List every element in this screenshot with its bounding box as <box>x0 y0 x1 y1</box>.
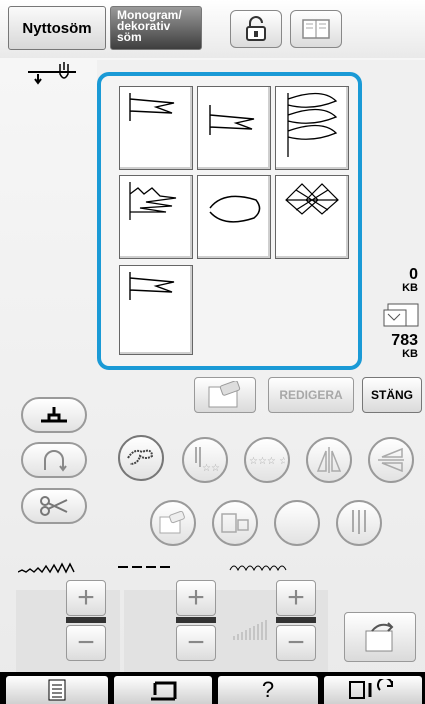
mirror-image-button[interactable] <box>306 437 352 483</box>
thread-tension-plus[interactable]: + <box>276 580 316 616</box>
tab-utility-label: Nyttosöm <box>22 19 92 37</box>
pattern-cell-3[interactable] <box>275 86 349 170</box>
svg-text:☆☆: ☆☆ <box>202 463 220 474</box>
stitch-length-plus[interactable]: + <box>176 580 216 616</box>
tension-level-icon <box>233 620 267 640</box>
pattern-cell-6[interactable] <box>275 175 349 259</box>
stitch-length-minus[interactable]: − <box>176 625 216 661</box>
pattern-diamond-icon <box>285 183 339 215</box>
pattern-cell-4[interactable] <box>119 175 193 259</box>
pattern-pennant-icon <box>209 105 255 135</box>
pattern-memory-button[interactable] <box>150 500 196 546</box>
twin-needle-icon <box>352 510 366 534</box>
stitch-width-icon <box>18 562 75 574</box>
sewing-machine-icon <box>151 681 177 701</box>
pattern-loop-icon <box>209 195 261 223</box>
book-icon <box>302 19 330 39</box>
pattern-cell-5[interactable] <box>197 175 271 259</box>
eraser-pocket-icon <box>208 381 241 408</box>
edit-button[interactable]: REDIGERA <box>268 377 354 413</box>
thread-cutter-button[interactable] <box>21 488 87 524</box>
mirror-horizontal-icon <box>378 447 404 473</box>
needle-position-icon <box>28 62 76 85</box>
pattern-cell-1[interactable] <box>119 86 193 170</box>
stars-row-icon: ☆☆☆ ☆ <box>249 456 285 467</box>
pattern-pennant-icon <box>129 93 175 121</box>
document-button[interactable] <box>6 676 108 704</box>
presser-foot-icon <box>41 407 67 423</box>
pattern-cell-2[interactable] <box>197 86 271 170</box>
stitch-option-1-button[interactable] <box>118 435 164 481</box>
memory-free-unit: KB <box>402 348 418 360</box>
pattern-pennant-icon <box>129 272 175 300</box>
scissors-icon <box>40 496 68 516</box>
needle-up-down-icon <box>44 450 67 472</box>
needle-up-down-button[interactable] <box>21 442 87 478</box>
lock-button[interactable] <box>230 10 282 48</box>
settings-icon <box>349 679 393 699</box>
stitch-width-minus[interactable]: − <box>66 625 106 661</box>
thread-loop-icon <box>127 449 154 465</box>
mirror-horizontal-button[interactable] <box>368 437 414 483</box>
stitch-length-icon <box>118 566 170 568</box>
pattern-cell-7[interactable] <box>119 265 193 355</box>
book-button[interactable] <box>290 10 342 48</box>
size-squares-icon <box>221 513 249 533</box>
recall-memory-button[interactable] <box>344 612 416 662</box>
thread-tension-icon <box>229 565 287 572</box>
stitch-option-2-button[interactable]: ☆☆ <box>182 437 228 483</box>
tab-monogram-label-3: söm <box>117 30 142 44</box>
settings-button[interactable] <box>324 676 422 704</box>
close-button[interactable]: STÄNG <box>362 377 422 413</box>
memory-used-unit: KB <box>402 282 418 294</box>
stitch-width-bar <box>66 617 106 623</box>
stitch-width-plus[interactable]: + <box>66 580 106 616</box>
size-button[interactable] <box>212 500 258 546</box>
pattern-leaf-icon <box>287 92 338 157</box>
pocket-return-icon <box>365 622 394 652</box>
svg-text:☆☆☆ ☆: ☆☆☆ ☆ <box>249 456 285 467</box>
twin-needle-button[interactable] <box>336 500 382 546</box>
help-button[interactable]: ? <box>218 676 318 704</box>
stitch-length-bar <box>176 617 216 623</box>
stitch-option-3-button[interactable]: ☆☆☆ ☆ <box>244 437 290 483</box>
pattern-fringe-icon <box>129 182 177 220</box>
sewing-machine-button[interactable] <box>114 676 212 704</box>
mirror-vertical-icon <box>316 447 342 473</box>
eraser-pocket-icon <box>159 511 185 534</box>
delete-button[interactable] <box>194 377 256 413</box>
document-icon <box>48 679 66 701</box>
blank-round-button[interactable] <box>274 500 320 546</box>
lock-open-icon <box>246 16 266 41</box>
stitch-needle-icon: ☆☆ <box>195 447 220 474</box>
thread-tension-minus[interactable]: − <box>276 625 316 661</box>
tab-utility-stitches[interactable]: Nyttosöm <box>8 6 106 50</box>
tab-monogram-decorative[interactable]: Monogram/ dekorativ söm <box>110 6 202 50</box>
thread-tension-bar <box>276 617 316 623</box>
memory-pocket-icon <box>383 303 419 327</box>
presser-foot-button[interactable] <box>21 397 87 433</box>
